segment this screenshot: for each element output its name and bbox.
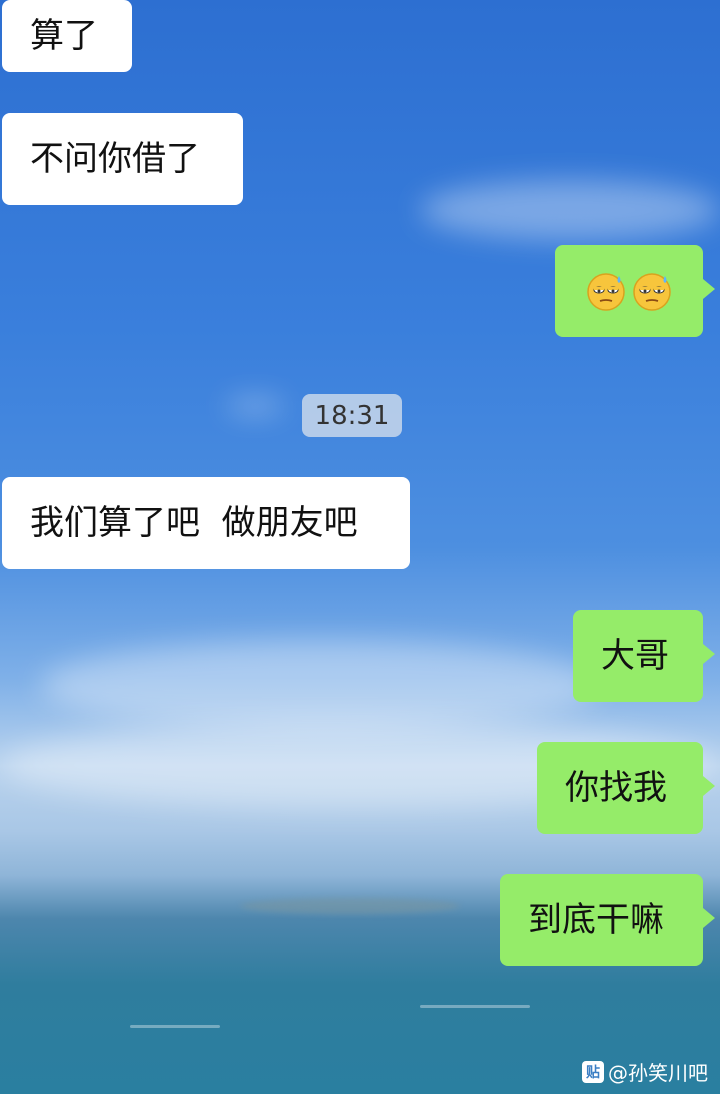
message-bubble-incoming[interactable]: 算了	[2, 0, 132, 72]
message-text: 到底干嘛	[528, 900, 664, 940]
tieba-logo-icon: 贴	[582, 1060, 604, 1083]
watermark: 贴 @孙笑川吧	[582, 1057, 708, 1086]
message-bubble-outgoing[interactable]	[555, 245, 715, 337]
message-bubble-outgoing[interactable]: 大哥	[573, 610, 715, 702]
watermark-text: @孙笑川吧	[608, 1061, 708, 1085]
message-text: 你找我	[565, 768, 667, 808]
cloud	[225, 398, 285, 414]
timestamp: 18:31	[302, 394, 402, 437]
message-text: 大哥	[601, 636, 669, 676]
message-text: 我们算了吧 做朋友吧	[30, 503, 358, 543]
message-bubble-outgoing[interactable]: 到底干嘛	[500, 874, 715, 966]
wave	[130, 1025, 220, 1028]
island	[240, 898, 460, 914]
message-bubble-incoming[interactable]: 不问你借了	[2, 113, 243, 205]
message-text: 算了	[30, 16, 98, 56]
sweat-smile-emoji-icon	[633, 273, 671, 311]
cloud	[420, 180, 720, 240]
cloud	[40, 640, 600, 730]
message-bubble-incoming[interactable]: 我们算了吧 做朋友吧	[2, 477, 410, 569]
message-text: 不问你借了	[30, 139, 200, 179]
message-bubble-outgoing[interactable]: 你找我	[537, 742, 715, 834]
sweat-smile-emoji-icon	[587, 273, 625, 311]
wave	[420, 1005, 530, 1008]
